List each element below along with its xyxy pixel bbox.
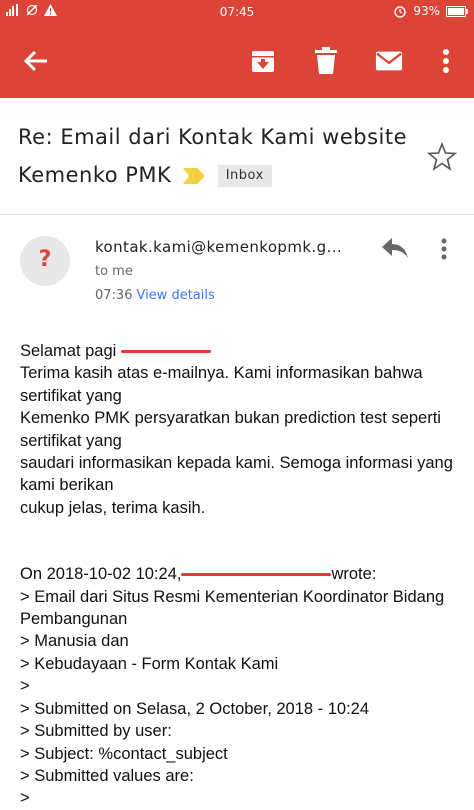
recipient-line: to me bbox=[95, 264, 133, 279]
body-paragraph: Terima kasih atas e-mailnya. Kami inform… bbox=[20, 364, 453, 517]
archive-icon[interactable] bbox=[249, 47, 277, 75]
status-bar: 07:45 93% bbox=[0, 0, 474, 24]
redacted-sender bbox=[181, 573, 332, 577]
battery-icon bbox=[446, 5, 468, 17]
email-subject: Re: Email dari Kontak Kami website Kemen… bbox=[18, 125, 408, 187]
battery-percent: 93% bbox=[413, 4, 440, 18]
mark-unread-icon[interactable] bbox=[375, 47, 403, 75]
sender-address[interactable]: kontak.kami@kemenkopmk.g... bbox=[95, 238, 342, 256]
more-vert-icon[interactable] bbox=[432, 47, 460, 75]
inbox-label[interactable]: Inbox bbox=[217, 165, 272, 187]
view-details-link[interactable]: View details bbox=[136, 288, 214, 303]
email-body: Selamat pagi Terima kasih atas e-mailnya… bbox=[20, 340, 460, 810]
quote-header-end: wrote: bbox=[331, 565, 377, 584]
greeting: Selamat pagi bbox=[20, 342, 117, 360]
redacted-name bbox=[120, 350, 211, 354]
delete-icon[interactable] bbox=[312, 47, 340, 75]
importance-marker-icon[interactable] bbox=[182, 168, 205, 184]
back-arrow-icon[interactable] bbox=[22, 47, 50, 75]
email-subject-block: Re: Email dari Kontak Kami website Kemen… bbox=[18, 118, 418, 194]
quote-header-start: On 2018-10-02 10:24, bbox=[20, 565, 182, 584]
email-time: 07:36 bbox=[95, 288, 133, 303]
star-icon[interactable] bbox=[427, 142, 457, 172]
status-right: 93% bbox=[393, 4, 468, 18]
divider bbox=[0, 214, 474, 215]
quote-header: On 2018-10-02 10:24, wrote: bbox=[20, 563, 460, 585]
alarm-icon bbox=[394, 6, 407, 18]
app-bar bbox=[0, 24, 474, 98]
avatar-letter: ? bbox=[38, 247, 52, 272]
reply-icon[interactable] bbox=[380, 236, 410, 260]
message-more-icon[interactable] bbox=[438, 237, 450, 261]
email-meta: 07:36 View details bbox=[95, 288, 215, 303]
quoted-text: > Email dari Situs Resmi Kementerian Koo… bbox=[20, 587, 445, 808]
avatar[interactable]: ? bbox=[20, 236, 70, 286]
greeting-line: Selamat pagi bbox=[20, 340, 460, 362]
